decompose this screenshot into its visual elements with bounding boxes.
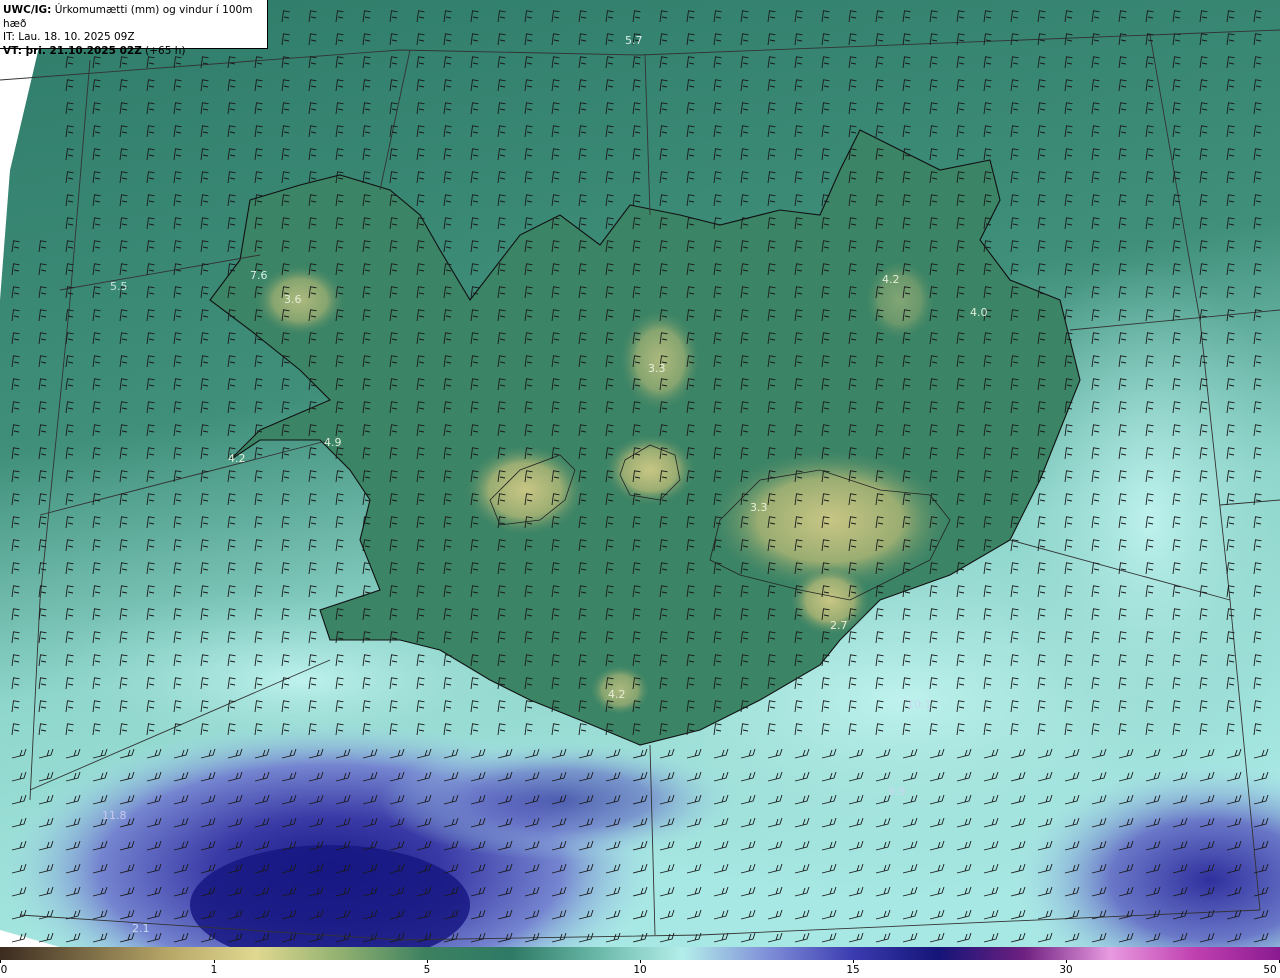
valid-time: VT: þri. 21.10.2025 02Z — [3, 44, 142, 57]
colorbar-tick-label: 50 — [1263, 964, 1277, 976]
weather-map: 5.7 5.5 7.6 3.6 4.2 4.0 3.3 4.9 4.2 3.3 … — [0, 0, 1280, 978]
value-label: 5.5 — [110, 280, 128, 293]
value-label: 4.2 — [608, 688, 626, 701]
value-label: 4.9 — [324, 436, 342, 449]
colorbar-strip — [0, 947, 1280, 960]
value-label: 4.2 — [882, 273, 900, 286]
colorbar-tick-label: 15 — [846, 964, 860, 976]
value-label: 3.6 — [284, 293, 302, 306]
value-label: 3.3 — [750, 501, 768, 514]
value-label: 4.2 — [228, 452, 246, 465]
colorbar-tick-label: 30 — [1059, 964, 1073, 976]
colorbar-tick-label: 10 — [633, 964, 647, 976]
map-header: UWC/IG: Úrkomumætti (mm) og vindur í 100… — [0, 0, 268, 57]
value-label: 2.1 — [132, 922, 150, 935]
value-label: 7.6 — [250, 269, 268, 282]
forecast-lead: (+65 h) — [141, 44, 186, 57]
value-label: 11.8 — [102, 809, 127, 822]
value-label: 2.7 — [830, 619, 848, 632]
colorbar-tick-label: 5 — [423, 964, 431, 976]
value-label: 5.7 — [625, 34, 643, 47]
colorbar-tick-label: 0 — [0, 964, 8, 976]
value-label: 3.3 — [648, 362, 666, 375]
value-label: 9.9 — [888, 785, 906, 798]
value-label: 10.1 — [907, 698, 932, 711]
initial-time: IT: Lau. 18. 10. 2025 09Z — [3, 31, 135, 43]
value-label: 4.0 — [970, 306, 988, 319]
colorbar: 0 1 5 10 15 30 50 — [0, 947, 1280, 978]
product-name: UWC/IG: — [3, 4, 52, 16]
colorbar-tick-label: 1 — [210, 964, 218, 976]
